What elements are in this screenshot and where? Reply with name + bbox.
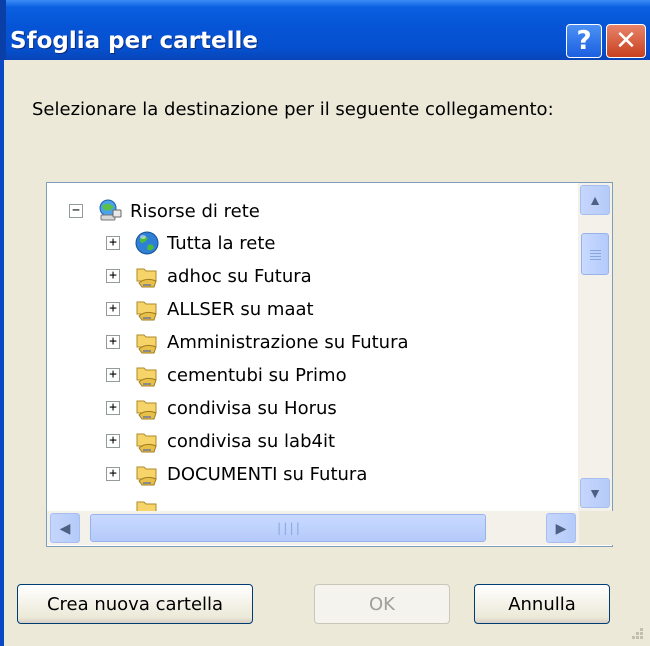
tree-item[interactable]: + adhoc su Futura xyxy=(106,259,312,293)
tree-item-label: Amministrazione su Futura xyxy=(167,331,409,353)
expand-icon[interactable]: + xyxy=(106,368,120,382)
tree-item-label: cementubi su Primo xyxy=(167,364,347,386)
scroll-right-button[interactable]: ▶ xyxy=(546,513,576,543)
tree-item[interactable]: + cementubi su Primo xyxy=(106,358,347,392)
window-border xyxy=(0,60,4,646)
network-share-icon xyxy=(136,400,157,420)
ok-button[interactable]: OK xyxy=(314,584,450,624)
grip-icon: |||| xyxy=(275,521,302,535)
scroll-left-button[interactable]: ◀ xyxy=(50,513,80,543)
tree-item[interactable]: + Amministrazione su Futura xyxy=(106,325,409,359)
tree-item-label: adhoc su Futura xyxy=(167,265,312,287)
title-bar-edge xyxy=(0,0,6,60)
collapse-icon[interactable]: − xyxy=(69,204,83,218)
tree-item[interactable]: + condivisa su Horus xyxy=(106,391,337,425)
scrollbar-corner xyxy=(579,511,613,545)
new-folder-button[interactable]: Crea nuova cartella xyxy=(17,584,253,624)
vertical-scroll-thumb[interactable] xyxy=(581,233,609,275)
scroll-up-button[interactable]: ▲ xyxy=(580,185,610,215)
help-icon: ? xyxy=(576,26,592,56)
instruction-text: Selezionare la destinazione per il segue… xyxy=(32,99,554,120)
tree-item[interactable]: + Tutta la rete xyxy=(106,226,276,260)
expand-icon[interactable]: + xyxy=(106,269,120,283)
tree-item-label: Tutta la rete xyxy=(167,232,276,254)
tree-item-label: Risorse di rete xyxy=(130,200,260,222)
expand-icon[interactable]: + xyxy=(106,302,120,316)
folder-tree[interactable]: − Risorse di rete + Tutta la rete + adho… xyxy=(46,182,613,547)
network-share-icon xyxy=(136,367,157,387)
vertical-scrollbar[interactable]: ▲ ▼ xyxy=(578,183,612,511)
horizontal-scrollbar[interactable]: ◀ |||| ▶ xyxy=(47,511,579,545)
chevron-up-icon: ▲ xyxy=(588,192,602,208)
chevron-right-icon: ▶ xyxy=(555,519,567,536)
tree-item[interactable]: + DOCUMENTI su Futura xyxy=(106,457,367,491)
grip-line xyxy=(590,250,601,251)
tree-item-label: ALLSER su maat xyxy=(167,298,314,320)
network-share-icon xyxy=(136,334,157,354)
tree-item-partial[interactable] xyxy=(106,492,167,511)
network-share-icon xyxy=(136,433,157,453)
horizontal-scroll-thumb[interactable]: |||| xyxy=(90,514,486,542)
expand-icon[interactable]: + xyxy=(106,467,120,481)
tree-item-label: condivisa su lab4it xyxy=(167,430,336,452)
cancel-button[interactable]: Annulla xyxy=(474,584,610,624)
scroll-down-button[interactable]: ▼ xyxy=(580,478,610,508)
browse-for-folder-dialog: Sfoglia per cartelle ? ✕ Selezionare la … xyxy=(0,0,650,646)
network-share-icon xyxy=(136,268,157,288)
network-share-icon xyxy=(136,501,157,511)
network-places-icon xyxy=(99,199,122,221)
tree-item-label: DOCUMENTI su Futura xyxy=(167,463,368,485)
close-icon: ✕ xyxy=(615,26,637,56)
resize-grip-icon[interactable] xyxy=(628,624,644,640)
tree-rows: − Risorse di rete + Tutta la rete + adho… xyxy=(47,183,577,511)
expand-icon[interactable]: + xyxy=(106,335,120,349)
tree-item[interactable]: + ALLSER su maat xyxy=(106,292,314,326)
chevron-left-icon: ◀ xyxy=(59,519,71,536)
grip-line xyxy=(590,259,601,260)
network-share-icon xyxy=(136,466,157,486)
globe-icon xyxy=(135,231,159,255)
expand-icon[interactable]: + xyxy=(106,401,120,415)
grip-line xyxy=(590,256,601,257)
tree-item[interactable]: + condivisa su lab4it xyxy=(106,424,335,458)
help-button[interactable]: ? xyxy=(566,24,602,58)
tree-item-label: condivisa su Horus xyxy=(167,397,337,419)
tree-item-root[interactable]: − Risorse di rete xyxy=(69,194,260,228)
expand-icon[interactable]: + xyxy=(106,236,120,250)
chevron-down-icon: ▼ xyxy=(588,485,602,501)
grip-line xyxy=(590,253,601,254)
expand-icon[interactable]: + xyxy=(106,434,120,448)
network-share-icon xyxy=(136,301,157,321)
title-bar[interactable]: Sfoglia per cartelle ? ✕ xyxy=(0,0,650,60)
window-title: Sfoglia per cartelle xyxy=(10,28,259,54)
close-button[interactable]: ✕ xyxy=(606,24,646,58)
